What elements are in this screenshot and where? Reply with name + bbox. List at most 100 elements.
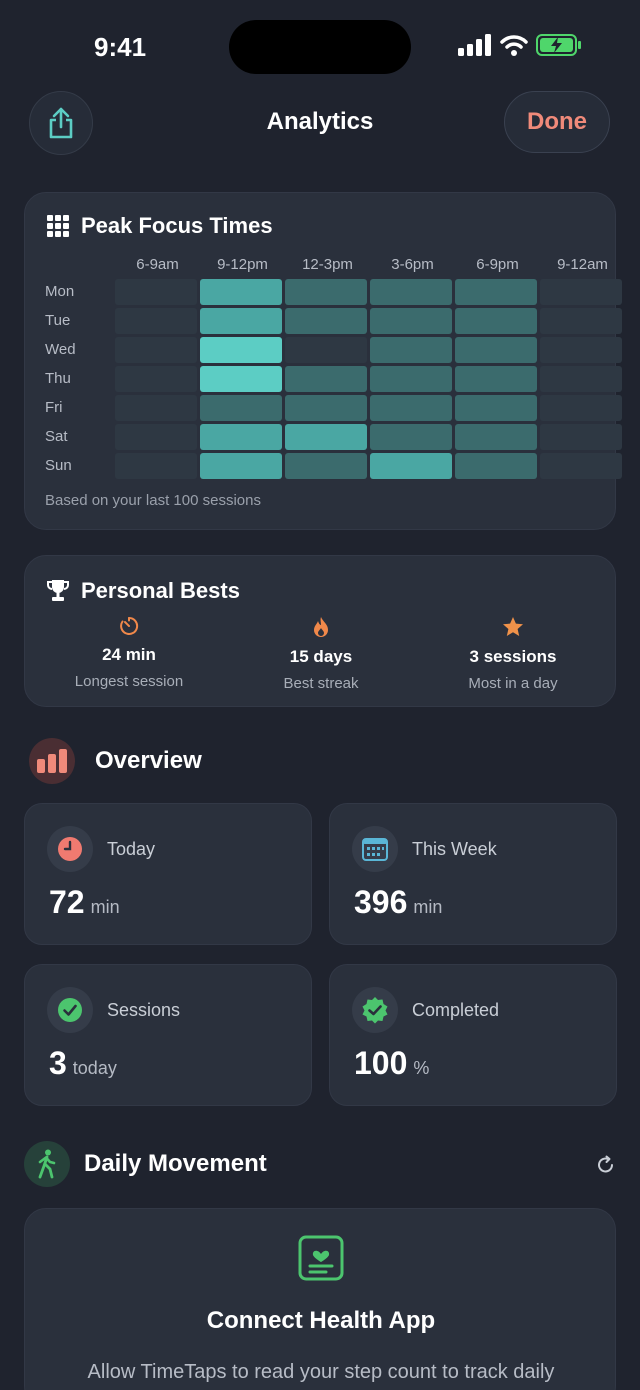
heatmap-cell: [370, 365, 452, 392]
check-circle-icon: [58, 998, 82, 1022]
heatmap-cell: [370, 278, 452, 305]
wifi-icon: [500, 35, 528, 56]
heatmap-day-label: Fri: [45, 399, 63, 416]
heatmap-cell: [285, 452, 367, 479]
personal-bests-card: Personal Bests 24 min Longest session 15…: [24, 555, 616, 707]
refresh-icon[interactable]: [596, 1155, 616, 1175]
flame-icon: [314, 617, 328, 637]
heatmap-row: Sat: [45, 422, 625, 451]
peak-focus-title: Peak Focus Times: [47, 213, 273, 239]
stat-head: Sessions: [47, 987, 180, 1033]
stat-sessions: Sessions 3 today: [24, 964, 312, 1106]
stat-value: 72: [49, 884, 85, 920]
stat-value-row: 100 %: [354, 1045, 429, 1082]
heatmap-column-labels: 6-9am 9-12pm 12-3pm 3-6pm 6-9pm 9-12am: [115, 256, 625, 273]
heatmap-cell: [200, 365, 282, 392]
star-icon: [503, 617, 523, 636]
heatmap-cell: [200, 394, 282, 421]
heatmap-day-label: Wed: [45, 341, 76, 358]
heatmap-column-label: 3-6pm: [391, 256, 434, 273]
heatmap-column-label: 9-12pm: [217, 256, 268, 273]
stat-unit: min: [413, 897, 443, 917]
heatmap-day-label: Tue: [45, 312, 71, 329]
best-value: 15 days: [289, 647, 353, 666]
status-icons: [458, 34, 582, 56]
heatmap-note: Based on your last 100 sessions: [45, 492, 261, 509]
dynamic-island: [229, 20, 411, 74]
status-time: 9:41: [94, 32, 147, 62]
stat-value-row: 3 today: [49, 1045, 117, 1082]
heatmap-row: Thu: [45, 364, 625, 393]
heatmap-column-label: 6-9am: [136, 256, 179, 273]
stat-label: Completed: [412, 999, 500, 1020]
heatmap-row: Fri: [45, 393, 625, 422]
heatmap-cell: [370, 423, 452, 450]
stat-value: 396: [354, 884, 408, 920]
daily-movement-header: Daily Movement: [24, 1141, 267, 1187]
heatmap-cell: [370, 394, 452, 421]
heatmap-cell: [115, 365, 197, 392]
best-longest-session: 24 min Longest session: [39, 616, 219, 690]
stat-icon-wrap: [47, 987, 93, 1033]
stat-value: 3: [49, 1045, 67, 1081]
best-label: Best streak: [283, 675, 359, 692]
stat-icon-wrap: [47, 826, 93, 872]
heatmap-grid: Mon Tue Wed Thu Fri Sat Sun: [45, 277, 625, 480]
heatmap-cell: [115, 452, 197, 479]
heatmap-cell: [370, 336, 452, 363]
stat-label: This Week: [412, 838, 497, 859]
overview-title: Overview: [95, 747, 202, 774]
stat-value-row: 72 min: [49, 884, 120, 921]
heatmap-row: Tue: [45, 306, 625, 335]
heatmap-cell: [285, 336, 367, 363]
best-label: Most in a day: [468, 675, 558, 692]
heatmap-row: Sun: [45, 451, 625, 480]
calendar-icon: [362, 838, 388, 861]
stat-this-week: This Week 396 min: [329, 803, 617, 945]
overview-icon-wrap: [29, 738, 75, 784]
status-bar: 9:41: [0, 0, 640, 90]
stat-unit: %: [413, 1058, 430, 1078]
heatmap-cell: [540, 423, 622, 450]
best-value: 24 min: [102, 645, 156, 664]
personal-bests-title: Personal Bests: [47, 578, 240, 604]
stat-head: This Week: [352, 826, 497, 872]
stat-icon-wrap: [352, 987, 398, 1033]
heatmap-cell: [455, 365, 537, 392]
heatmap-cell: [115, 423, 197, 450]
connect-health-card[interactable]: Connect Health App Allow TimeTaps to rea…: [24, 1208, 616, 1390]
heatmap-cell: [200, 423, 282, 450]
walking-icon: [38, 1149, 56, 1179]
peak-focus-card: Peak Focus Times 6-9am 9-12pm 12-3pm 3-6pm 6…: [24, 192, 622, 530]
heatmap-cell: [285, 307, 367, 334]
heatmap-cell: [200, 336, 282, 363]
connect-health-title: Connect Health App: [206, 1307, 436, 1334]
heatmap-cell: [370, 307, 452, 334]
heatmap-cell: [455, 452, 537, 479]
heatmap-day-label: Sun: [45, 457, 72, 474]
signal-icon: [458, 34, 491, 56]
health-record-icon: [298, 1235, 344, 1281]
daily-movement-title: Daily Movement: [84, 1150, 267, 1177]
stat-value: 100: [354, 1045, 408, 1081]
nav-bar: Analytics Done: [0, 90, 640, 156]
heatmap-cell: [455, 423, 537, 450]
personal-bests-title-text: Personal Bests: [81, 578, 240, 603]
clock-icon: [58, 837, 82, 861]
heatmap-column-label: 12-3pm: [302, 256, 353, 273]
trophy-icon: [47, 580, 69, 601]
done-button[interactable]: Done: [504, 91, 610, 153]
stat-unit: today: [72, 1058, 117, 1078]
heatmap-column-label: 6-9pm: [476, 256, 519, 273]
heatmap-cell: [455, 336, 537, 363]
battery-icon: [536, 34, 581, 56]
stat-completed: Completed 100 %: [329, 964, 617, 1106]
movement-icon-wrap: [24, 1141, 70, 1187]
heatmap-cell: [540, 336, 622, 363]
best-most-in-day: 3 sessions Most in a day: [423, 616, 603, 692]
heatmap-day-label: Sat: [45, 428, 68, 445]
heatmap-day-label: Mon: [45, 283, 75, 300]
heatmap-row: Wed: [45, 335, 625, 364]
stat-today: Today 72 min: [24, 803, 312, 945]
timer-icon: [120, 616, 139, 635]
